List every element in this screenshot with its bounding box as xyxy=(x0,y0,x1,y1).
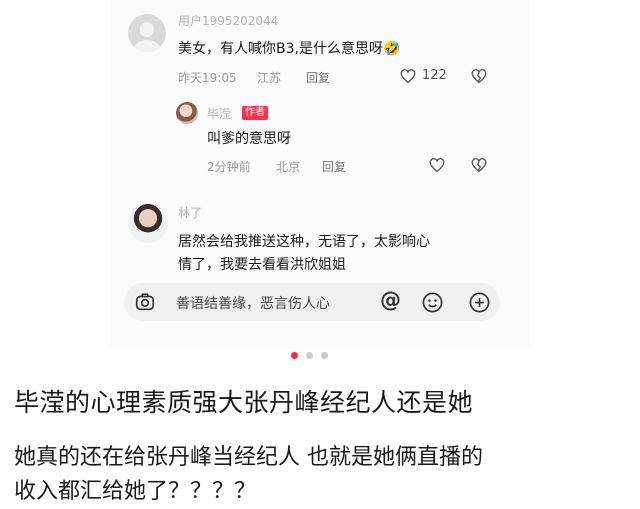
comment-username[interactable]: 用户1995202044 xyxy=(178,12,278,29)
avatar[interactable] xyxy=(176,102,198,124)
author-badge: 作者 xyxy=(242,106,268,120)
avatar[interactable] xyxy=(128,14,166,52)
heart-icon[interactable] xyxy=(400,69,416,84)
comment-text: 叫爹的意思呀 xyxy=(207,131,291,147)
reply-button[interactable]: 回复 xyxy=(306,69,330,86)
pagination-dot[interactable] xyxy=(306,352,313,359)
comment-username[interactable]: 毕滢 xyxy=(207,105,231,122)
broken-heart-icon[interactable] xyxy=(471,158,487,173)
article-title: 毕滢的心理素质强大张丹峰经纪人还是她 xyxy=(14,388,474,417)
comment-time: 昨天19:05 xyxy=(178,71,237,85)
comment-input-bar[interactable]: 善语结善缘，恶言伤人心 @ xyxy=(124,283,500,321)
pagination-dot-active[interactable] xyxy=(291,352,298,359)
comment-location: 北京 xyxy=(276,160,301,174)
article-body-line: 收入都汇给她了？？？？ xyxy=(14,479,257,504)
camera-icon[interactable] xyxy=(134,291,156,313)
reply-button[interactable]: 回复 xyxy=(322,158,346,175)
comment-time: 2分钟前 xyxy=(207,160,251,174)
emoji-icon[interactable] xyxy=(421,291,444,314)
like-count: 122 xyxy=(422,68,447,83)
comment-location: 江苏 xyxy=(257,71,282,85)
plus-icon[interactable] xyxy=(468,291,491,314)
pagination-dot[interactable] xyxy=(321,352,328,359)
comment-text: 居然会给我推送这种，无语了，太影响心 xyxy=(178,234,430,250)
comment-username[interactable]: 林了 xyxy=(178,204,202,221)
comment-text: 情了，我要去看看洪欣姐姐 xyxy=(178,257,346,273)
avatar[interactable] xyxy=(128,203,168,243)
comment-input[interactable]: 善语结善缘，恶言伤人心 xyxy=(176,293,330,313)
comment-text: 美女，有人喊你B3,是什么意思呀🤣 xyxy=(178,41,401,57)
screenshot-panel: 用户1995202044 美女，有人喊你B3,是什么意思呀🤣 昨天19:05 江… xyxy=(0,0,640,360)
broken-heart-icon[interactable] xyxy=(471,69,487,84)
at-icon[interactable]: @ xyxy=(380,288,401,312)
article-body-line: 她真的还在给张丹峰当经纪人 也就是她俩直播的 xyxy=(14,445,483,470)
heart-icon[interactable] xyxy=(429,158,445,173)
